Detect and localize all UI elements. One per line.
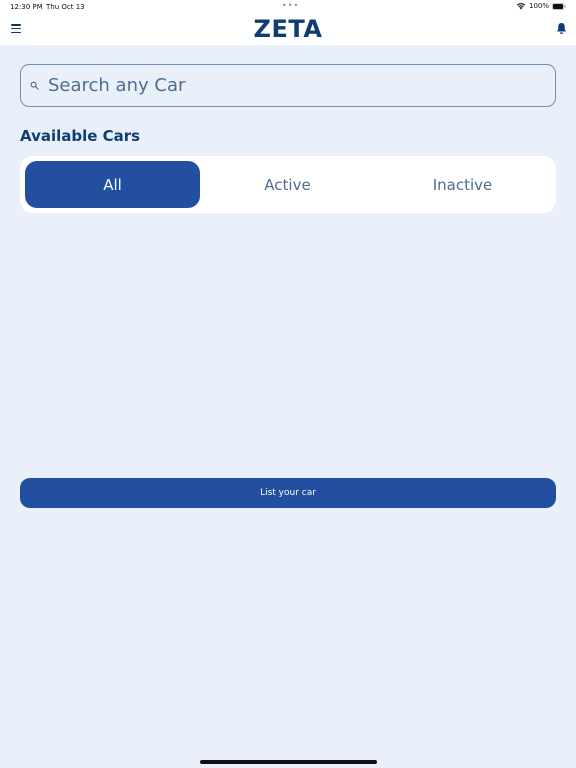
available-cars-heading: Available Cars bbox=[20, 127, 141, 145]
filter-inactive-tab[interactable]: Inactive bbox=[375, 161, 550, 208]
filter-all-tab[interactable]: All bbox=[25, 161, 200, 208]
multitasking-dots[interactable]: ••• bbox=[282, 1, 299, 10]
home-indicator[interactable] bbox=[200, 760, 377, 764]
status-bar: 12:30 PM Thu Oct 13 ••• 100% bbox=[0, 0, 576, 14]
search-input[interactable] bbox=[48, 70, 528, 101]
status-filter-segmented-control: All Active Inactive bbox=[20, 156, 556, 213]
wifi-icon bbox=[516, 3, 526, 10]
status-right-group: 100% bbox=[516, 2, 566, 10]
app-title: ZETA bbox=[253, 15, 323, 43]
filter-active-tab[interactable]: Active bbox=[200, 161, 375, 208]
search-bar[interactable] bbox=[20, 64, 556, 107]
battery-icon bbox=[552, 2, 566, 10]
list-your-car-button[interactable]: List your car bbox=[20, 478, 556, 508]
status-time: 12:30 PM bbox=[10, 3, 43, 11]
bell-icon[interactable] bbox=[556, 22, 567, 35]
search-icon bbox=[30, 81, 39, 90]
status-date: Thu Oct 13 bbox=[46, 3, 85, 11]
battery-percentage: 100% bbox=[528, 2, 549, 10]
app-header: ZETA bbox=[0, 14, 576, 45]
